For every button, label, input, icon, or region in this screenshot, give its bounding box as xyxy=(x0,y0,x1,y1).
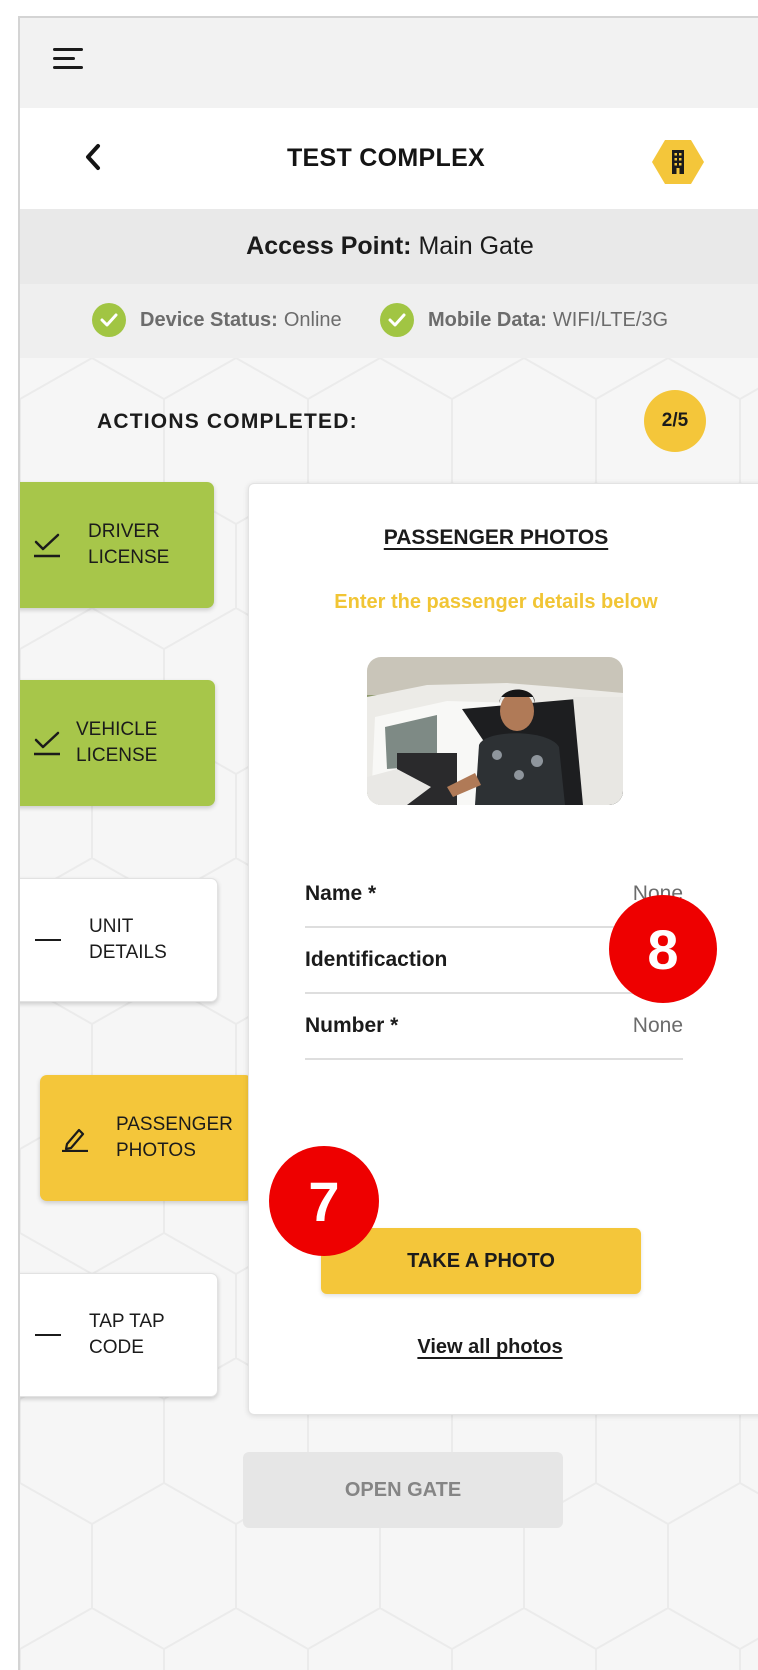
top-bar xyxy=(20,18,758,108)
device-status: Device Status: Online xyxy=(92,303,342,337)
app-screen: TEST COMPLEX Access Point: Main Gate Dev… xyxy=(18,16,758,1670)
field-number[interactable]: Number * None xyxy=(305,1000,683,1060)
actions-completed-label: ACTIONS COMPLETED: xyxy=(97,410,358,433)
mobile-data-status: Mobile Data: WIFI/LTE/3G xyxy=(380,303,668,337)
check-icon xyxy=(32,531,62,559)
header: TEST COMPLEX xyxy=(20,108,758,209)
open-gate-button[interactable]: OPEN GATE xyxy=(243,1452,563,1528)
step-passenger-photos[interactable]: PASSENGER PHOTOS xyxy=(40,1075,252,1201)
card-subtitle: Enter the passenger details below xyxy=(334,591,658,613)
hamburger-icon[interactable] xyxy=(53,48,85,74)
building-icon[interactable] xyxy=(650,138,706,186)
callout-marker-7: 7 xyxy=(269,1146,379,1256)
progress-badge: 2/5 xyxy=(644,390,706,452)
field-label: Name * xyxy=(305,882,377,905)
step-driver-license[interactable]: DRIVER LICENSE xyxy=(20,482,214,608)
field-value: None xyxy=(632,1014,683,1037)
take-photo-button[interactable]: TAKE A PHOTO xyxy=(321,1228,641,1294)
check-circle-icon xyxy=(92,303,126,337)
mobile-data-value: WIFI/LTE/3G xyxy=(552,308,669,331)
callout-marker-8: 8 xyxy=(609,895,717,1003)
check-icon xyxy=(32,729,62,757)
dash-icon xyxy=(33,1334,63,1336)
step-label: VEHICLE LICENSE xyxy=(76,719,158,766)
access-point-value: Main Gate xyxy=(418,232,534,260)
step-label: TAP TAP CODE xyxy=(89,1311,165,1358)
step-label: DRIVER LICENSE xyxy=(88,521,170,568)
field-label: Number * xyxy=(305,1014,399,1037)
access-point-label: Access Point: xyxy=(246,232,412,260)
step-unit-details[interactable]: UNIT DETAILS xyxy=(20,878,218,1002)
card-title: PASSENGER PHOTOS xyxy=(383,526,609,549)
view-all-photos-link[interactable]: View all photos xyxy=(249,1336,731,1359)
step-vehicle-license[interactable]: VEHICLE LICENSE xyxy=(20,680,215,806)
pencil-icon xyxy=(60,1124,90,1152)
page-title: TEST COMPLEX xyxy=(286,144,486,172)
dash-icon xyxy=(33,939,63,941)
status-bar: Device Status: Online Mobile Data: WIFI/… xyxy=(20,284,758,358)
device-status-label: Device Status: xyxy=(140,308,278,331)
passenger-photo xyxy=(367,657,623,805)
step-tap-tap-code[interactable]: TAP TAP CODE xyxy=(20,1273,218,1397)
field-label: Identificaction xyxy=(305,948,448,971)
access-point-bar: Access Point: Main Gate xyxy=(20,209,758,284)
check-circle-icon xyxy=(380,303,414,337)
mobile-data-label: Mobile Data: xyxy=(428,308,547,331)
step-label: UNIT DETAILS xyxy=(89,916,167,963)
step-label: PASSENGER PHOTOS xyxy=(116,1114,233,1161)
device-status-value: Online xyxy=(283,308,342,331)
